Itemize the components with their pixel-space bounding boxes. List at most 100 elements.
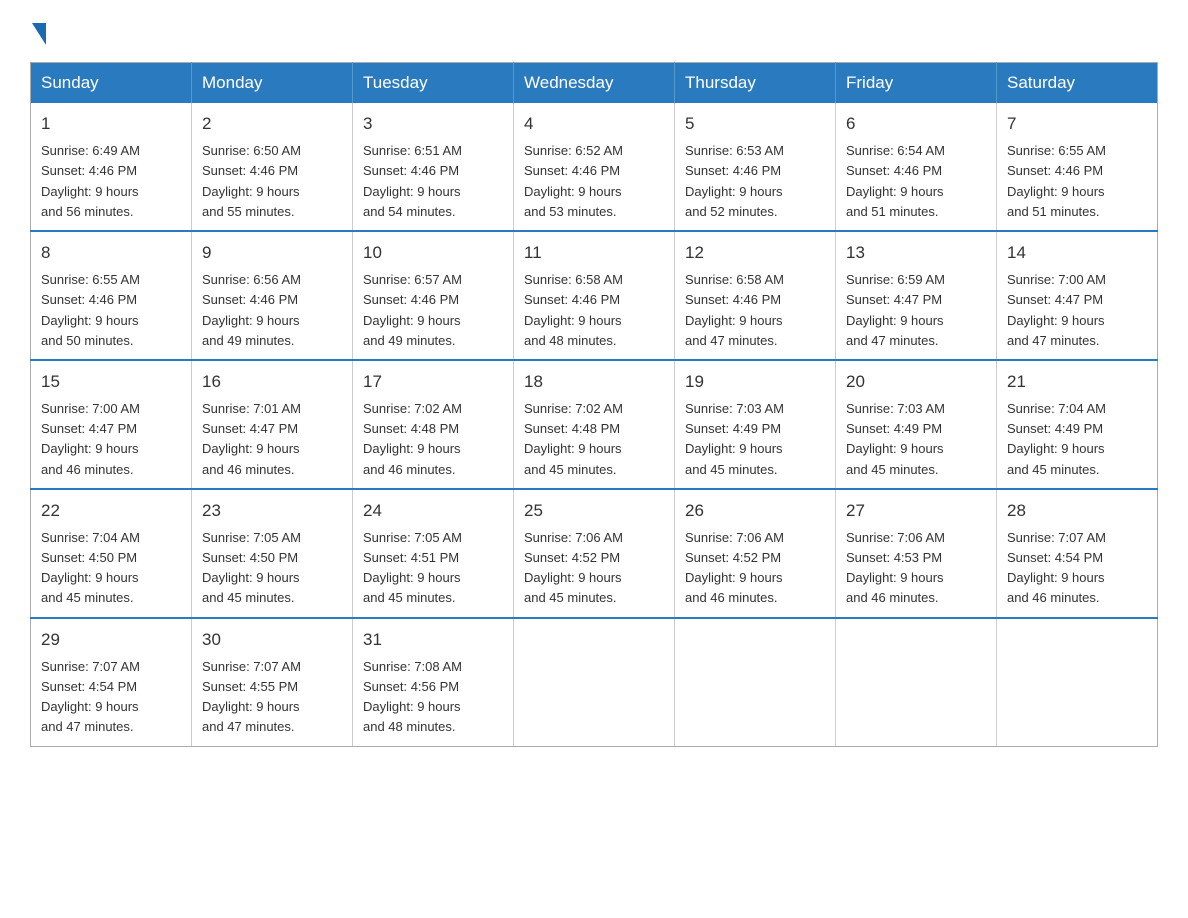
- logo: [30, 20, 48, 42]
- day-of-week-header: Sunday: [31, 63, 192, 104]
- day-info: Sunrise: 7:01 AMSunset: 4:47 PMDaylight:…: [202, 399, 342, 480]
- day-number: 24: [363, 498, 503, 524]
- calendar-day-cell: 7 Sunrise: 6:55 AMSunset: 4:46 PMDaylight…: [997, 103, 1158, 231]
- calendar-day-cell: [514, 618, 675, 746]
- days-of-week-row: SundayMondayTuesdayWednesdayThursdayFrid…: [31, 63, 1158, 104]
- day-number: 7: [1007, 111, 1147, 137]
- day-info: Sunrise: 7:05 AMSunset: 4:51 PMDaylight:…: [363, 528, 503, 609]
- day-number: 23: [202, 498, 342, 524]
- day-number: 8: [41, 240, 181, 266]
- calendar-day-cell: 27Sunrise: 7:06 AMSunset: 4:53 PMDayligh…: [836, 489, 997, 618]
- calendar-day-cell: 8 Sunrise: 6:55 AMSunset: 4:46 PMDaylight…: [31, 231, 192, 360]
- day-number: 19: [685, 369, 825, 395]
- calendar-day-cell: 10Sunrise: 6:57 AMSunset: 4:46 PMDayligh…: [353, 231, 514, 360]
- calendar-day-cell: 4Sunrise: 6:52 AMSunset: 4:46 PMDaylight…: [514, 103, 675, 231]
- calendar-day-cell: [997, 618, 1158, 746]
- calendar-day-cell: 2 Sunrise: 6:50 AMSunset: 4:46 PMDaylight…: [192, 103, 353, 231]
- calendar-day-cell: 21Sunrise: 7:04 AMSunset: 4:49 PMDayligh…: [997, 360, 1158, 489]
- calendar-day-cell: 1 Sunrise: 6:49 AMSunset: 4:46 PMDaylight…: [31, 103, 192, 231]
- day-info: Sunrise: 6:58 AMSunset: 4:46 PMDaylight:…: [685, 270, 825, 351]
- day-number: 9: [202, 240, 342, 266]
- day-info: Sunrise: 6:53 AMSunset: 4:46 PMDaylight:…: [685, 141, 825, 222]
- calendar-day-cell: 28 Sunrise: 7:07 AMSunset: 4:54 PMDayligh…: [997, 489, 1158, 618]
- day-info: Sunrise: 7:03 AMSunset: 4:49 PMDaylight:…: [685, 399, 825, 480]
- day-number: 11: [524, 240, 664, 266]
- day-number: 5: [685, 111, 825, 137]
- calendar-day-cell: 25 Sunrise: 7:06 AMSunset: 4:52 PMDayligh…: [514, 489, 675, 618]
- calendar-day-cell: 17 Sunrise: 7:02 AMSunset: 4:48 PMDayligh…: [353, 360, 514, 489]
- calendar-week-row: 15 Sunrise: 7:00 AMSunset: 4:47 PMDayligh…: [31, 360, 1158, 489]
- day-info: Sunrise: 7:02 AMSunset: 4:48 PMDaylight:…: [524, 399, 664, 480]
- day-info: Sunrise: 7:00 AMSunset: 4:47 PMDaylight:…: [41, 399, 181, 480]
- logo-triangle-icon: [32, 23, 46, 45]
- calendar-body: 1 Sunrise: 6:49 AMSunset: 4:46 PMDaylight…: [31, 103, 1158, 746]
- day-number: 6: [846, 111, 986, 137]
- calendar-day-cell: 11 Sunrise: 6:58 AMSunset: 4:46 PMDayligh…: [514, 231, 675, 360]
- calendar-week-row: 1 Sunrise: 6:49 AMSunset: 4:46 PMDaylight…: [31, 103, 1158, 231]
- day-number: 14: [1007, 240, 1147, 266]
- day-info: Sunrise: 7:02 AMSunset: 4:48 PMDaylight:…: [363, 399, 503, 480]
- calendar-week-row: 8 Sunrise: 6:55 AMSunset: 4:46 PMDaylight…: [31, 231, 1158, 360]
- calendar-day-cell: 14 Sunrise: 7:00 AMSunset: 4:47 PMDayligh…: [997, 231, 1158, 360]
- day-number: 18: [524, 369, 664, 395]
- day-number: 22: [41, 498, 181, 524]
- calendar-day-cell: 26 Sunrise: 7:06 AMSunset: 4:52 PMDayligh…: [675, 489, 836, 618]
- day-info: Sunrise: 6:50 AMSunset: 4:46 PMDaylight:…: [202, 141, 342, 222]
- day-of-week-header: Friday: [836, 63, 997, 104]
- day-info: Sunrise: 7:03 AMSunset: 4:49 PMDaylight:…: [846, 399, 986, 480]
- calendar-day-cell: [675, 618, 836, 746]
- day-number: 13: [846, 240, 986, 266]
- calendar-day-cell: 5 Sunrise: 6:53 AMSunset: 4:46 PMDaylight…: [675, 103, 836, 231]
- calendar-day-cell: 31Sunrise: 7:08 AMSunset: 4:56 PMDayligh…: [353, 618, 514, 746]
- calendar-day-cell: 22Sunrise: 7:04 AMSunset: 4:50 PMDayligh…: [31, 489, 192, 618]
- calendar-day-cell: 20 Sunrise: 7:03 AMSunset: 4:49 PMDayligh…: [836, 360, 997, 489]
- day-info: Sunrise: 6:58 AMSunset: 4:46 PMDaylight:…: [524, 270, 664, 351]
- calendar-day-cell: 9Sunrise: 6:56 AMSunset: 4:46 PMDaylight…: [192, 231, 353, 360]
- day-of-week-header: Thursday: [675, 63, 836, 104]
- day-number: 21: [1007, 369, 1147, 395]
- calendar-day-cell: 29 Sunrise: 7:07 AMSunset: 4:54 PMDayligh…: [31, 618, 192, 746]
- day-info: Sunrise: 7:05 AMSunset: 4:50 PMDaylight:…: [202, 528, 342, 609]
- day-info: Sunrise: 6:55 AMSunset: 4:46 PMDaylight:…: [1007, 141, 1147, 222]
- day-number: 10: [363, 240, 503, 266]
- calendar-day-cell: 6 Sunrise: 6:54 AMSunset: 4:46 PMDaylight…: [836, 103, 997, 231]
- calendar-day-cell: 24 Sunrise: 7:05 AMSunset: 4:51 PMDayligh…: [353, 489, 514, 618]
- day-number: 30: [202, 627, 342, 653]
- calendar-day-cell: 18 Sunrise: 7:02 AMSunset: 4:48 PMDayligh…: [514, 360, 675, 489]
- day-info: Sunrise: 7:07 AMSunset: 4:54 PMDaylight:…: [1007, 528, 1147, 609]
- day-number: 26: [685, 498, 825, 524]
- calendar-day-cell: 12 Sunrise: 6:58 AMSunset: 4:46 PMDayligh…: [675, 231, 836, 360]
- day-number: 17: [363, 369, 503, 395]
- day-number: 27: [846, 498, 986, 524]
- calendar-day-cell: 15 Sunrise: 7:00 AMSunset: 4:47 PMDayligh…: [31, 360, 192, 489]
- day-of-week-header: Wednesday: [514, 63, 675, 104]
- day-info: Sunrise: 7:06 AMSunset: 4:52 PMDaylight:…: [524, 528, 664, 609]
- day-number: 3: [363, 111, 503, 137]
- day-number: 4: [524, 111, 664, 137]
- calendar-day-cell: 16 Sunrise: 7:01 AMSunset: 4:47 PMDayligh…: [192, 360, 353, 489]
- calendar-table: SundayMondayTuesdayWednesdayThursdayFrid…: [30, 62, 1158, 747]
- day-number: 28: [1007, 498, 1147, 524]
- day-number: 15: [41, 369, 181, 395]
- calendar-day-cell: 23 Sunrise: 7:05 AMSunset: 4:50 PMDayligh…: [192, 489, 353, 618]
- day-info: Sunrise: 6:51 AMSunset: 4:46 PMDaylight:…: [363, 141, 503, 222]
- day-number: 20: [846, 369, 986, 395]
- day-info: Sunrise: 7:00 AMSunset: 4:47 PMDaylight:…: [1007, 270, 1147, 351]
- day-info: Sunrise: 6:54 AMSunset: 4:46 PMDaylight:…: [846, 141, 986, 222]
- calendar-week-row: 29 Sunrise: 7:07 AMSunset: 4:54 PMDayligh…: [31, 618, 1158, 746]
- day-of-week-header: Tuesday: [353, 63, 514, 104]
- day-info: Sunrise: 6:59 AMSunset: 4:47 PMDaylight:…: [846, 270, 986, 351]
- calendar-day-cell: 30Sunrise: 7:07 AMSunset: 4:55 PMDayligh…: [192, 618, 353, 746]
- day-number: 25: [524, 498, 664, 524]
- day-info: Sunrise: 7:06 AMSunset: 4:52 PMDaylight:…: [685, 528, 825, 609]
- day-number: 16: [202, 369, 342, 395]
- day-number: 29: [41, 627, 181, 653]
- day-of-week-header: Saturday: [997, 63, 1158, 104]
- day-number: 12: [685, 240, 825, 266]
- day-info: Sunrise: 6:49 AMSunset: 4:46 PMDaylight:…: [41, 141, 181, 222]
- calendar-week-row: 22Sunrise: 7:04 AMSunset: 4:50 PMDayligh…: [31, 489, 1158, 618]
- day-number: 2: [202, 111, 342, 137]
- day-number: 1: [41, 111, 181, 137]
- day-info: Sunrise: 7:07 AMSunset: 4:54 PMDaylight:…: [41, 657, 181, 738]
- day-info: Sunrise: 6:55 AMSunset: 4:46 PMDaylight:…: [41, 270, 181, 351]
